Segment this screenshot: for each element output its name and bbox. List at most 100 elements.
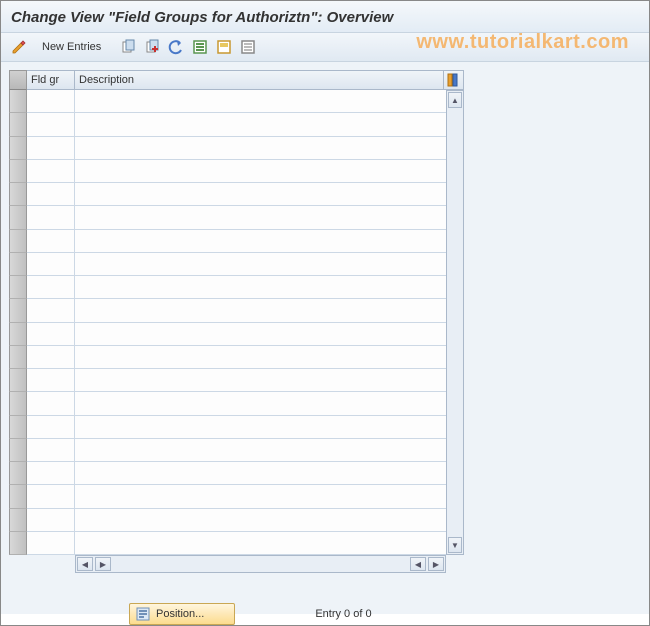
row-selector[interactable] — [9, 416, 27, 439]
cell-fld-gr[interactable] — [27, 230, 75, 252]
row-selector[interactable] — [9, 230, 27, 253]
table-row[interactable] — [27, 462, 446, 485]
row-selector[interactable] — [9, 113, 27, 136]
selection-header[interactable] — [9, 70, 27, 90]
table-row[interactable] — [27, 230, 446, 253]
table-config-button[interactable] — [444, 70, 464, 90]
cell-fld-gr[interactable] — [27, 253, 75, 275]
cell-fld-gr[interactable] — [27, 346, 75, 368]
row-selector[interactable] — [9, 276, 27, 299]
table-row[interactable] — [27, 160, 446, 183]
cell-description[interactable] — [75, 299, 446, 321]
table-row[interactable] — [27, 485, 446, 508]
table-row[interactable] — [27, 416, 446, 439]
row-selector[interactable] — [9, 90, 27, 113]
cell-description[interactable] — [75, 532, 446, 554]
cell-fld-gr[interactable] — [27, 299, 75, 321]
row-selector[interactable] — [9, 369, 27, 392]
cell-description[interactable] — [75, 137, 446, 159]
delete-button[interactable] — [142, 37, 162, 57]
cell-description[interactable] — [75, 183, 446, 205]
scroll-right-button[interactable]: ▶ — [95, 557, 111, 571]
deselect-button[interactable] — [238, 37, 258, 57]
cell-description[interactable] — [75, 323, 446, 345]
table-row[interactable] — [27, 346, 446, 369]
row-selector[interactable] — [9, 532, 27, 555]
cell-fld-gr[interactable] — [27, 392, 75, 414]
vertical-scrollbar[interactable]: ▲ ▼ — [446, 90, 464, 555]
table-row[interactable] — [27, 137, 446, 160]
cell-fld-gr[interactable] — [27, 323, 75, 345]
new-entries-button[interactable]: New Entries — [33, 38, 110, 56]
select-all-button[interactable] — [190, 37, 210, 57]
row-selector[interactable] — [9, 206, 27, 229]
table-row[interactable] — [27, 90, 446, 113]
cell-fld-gr[interactable] — [27, 183, 75, 205]
select-block-button[interactable] — [214, 37, 234, 57]
column-header-fld-gr[interactable]: Fld gr — [27, 70, 75, 90]
table-row[interactable] — [27, 392, 446, 415]
row-selector[interactable] — [9, 485, 27, 508]
cell-fld-gr[interactable] — [27, 137, 75, 159]
row-selector[interactable] — [9, 160, 27, 183]
horizontal-scrollbar[interactable]: ◀ ▶ ◀ ▶ — [75, 555, 446, 573]
table-row[interactable] — [27, 299, 446, 322]
cell-description[interactable] — [75, 253, 446, 275]
row-selector[interactable] — [9, 137, 27, 160]
undo-button[interactable] — [166, 37, 186, 57]
row-selector[interactable] — [9, 183, 27, 206]
cell-description[interactable] — [75, 90, 446, 112]
table-row[interactable] — [27, 439, 446, 462]
cell-description[interactable] — [75, 276, 446, 298]
cell-fld-gr[interactable] — [27, 485, 75, 507]
cell-fld-gr[interactable] — [27, 439, 75, 461]
cell-description[interactable] — [75, 439, 446, 461]
cell-description[interactable] — [75, 369, 446, 391]
row-selector[interactable] — [9, 509, 27, 532]
cell-description[interactable] — [75, 509, 446, 531]
scroll-up-button[interactable]: ▲ — [448, 92, 462, 108]
scroll-track[interactable] — [447, 109, 463, 536]
table-row[interactable] — [27, 276, 446, 299]
column-header-description[interactable]: Description — [75, 70, 444, 90]
row-selector[interactable] — [9, 323, 27, 346]
scroll-left-end-button[interactable]: ◀ — [410, 557, 426, 571]
scroll-left-button[interactable]: ◀ — [77, 557, 93, 571]
cell-fld-gr[interactable] — [27, 160, 75, 182]
cell-description[interactable] — [75, 346, 446, 368]
table-row[interactable] — [27, 253, 446, 276]
table-row[interactable] — [27, 183, 446, 206]
cell-description[interactable] — [75, 485, 446, 507]
cell-fld-gr[interactable] — [27, 509, 75, 531]
cell-description[interactable] — [75, 160, 446, 182]
scroll-right-end-button[interactable]: ▶ — [428, 557, 444, 571]
row-selector[interactable] — [9, 392, 27, 415]
cell-description[interactable] — [75, 230, 446, 252]
copy-button[interactable] — [118, 37, 138, 57]
display-change-button[interactable] — [9, 37, 29, 57]
table-row[interactable] — [27, 509, 446, 532]
cell-fld-gr[interactable] — [27, 462, 75, 484]
cell-fld-gr[interactable] — [27, 113, 75, 135]
cell-description[interactable] — [75, 113, 446, 135]
row-selector[interactable] — [9, 439, 27, 462]
table-row[interactable] — [27, 113, 446, 136]
cell-description[interactable] — [75, 392, 446, 414]
scroll-down-button[interactable]: ▼ — [448, 537, 462, 553]
table-row[interactable] — [27, 323, 446, 346]
row-selector[interactable] — [9, 462, 27, 485]
table-row[interactable] — [27, 369, 446, 392]
cell-fld-gr[interactable] — [27, 206, 75, 228]
cell-fld-gr[interactable] — [27, 90, 75, 112]
table-row[interactable] — [27, 206, 446, 229]
cell-fld-gr[interactable] — [27, 369, 75, 391]
cell-fld-gr[interactable] — [27, 416, 75, 438]
cell-description[interactable] — [75, 462, 446, 484]
row-selector[interactable] — [9, 253, 27, 276]
position-button[interactable]: Position... — [129, 603, 235, 625]
row-selector[interactable] — [9, 299, 27, 322]
cell-fld-gr[interactable] — [27, 532, 75, 554]
cell-description[interactable] — [75, 416, 446, 438]
cell-fld-gr[interactable] — [27, 276, 75, 298]
table-row[interactable] — [27, 532, 446, 555]
